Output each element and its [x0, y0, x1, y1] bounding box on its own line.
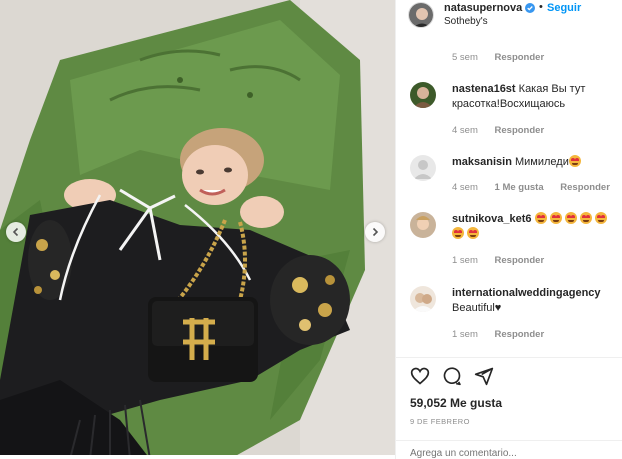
verified-badge-icon	[525, 3, 535, 13]
reply-button[interactable]: Responder	[495, 329, 545, 340]
actions-divider	[396, 357, 622, 358]
comment-input[interactable]	[410, 448, 600, 459]
comment-time[interactable]: 1 sem	[452, 329, 478, 340]
comment-body: nastena16st Какая Вы тут красотка!Восхищ…	[452, 82, 620, 112]
caption-time[interactable]: 5 sem	[452, 52, 478, 63]
comment-body: internationalweddingagency Beautiful♥	[452, 286, 620, 316]
comment-text: Мимиледи	[514, 156, 569, 168]
photo-illustration	[0, 0, 395, 459]
reply-button[interactable]: Responder	[495, 125, 545, 136]
reply-button[interactable]: Responder	[495, 52, 545, 63]
chevron-left-icon	[12, 227, 19, 237]
caption-meta: 5 sem Responder	[452, 52, 558, 63]
commenter-avatar[interactable]	[410, 82, 436, 108]
heart-eyes-emoji	[452, 227, 464, 239]
post-photo[interactable]	[0, 0, 395, 459]
comment-meta: 1 sem Responder	[452, 329, 558, 340]
comment-meta: 4 sem Responder	[452, 125, 558, 136]
heart-eyes-emoji	[467, 227, 479, 239]
heart-eyes-emoji	[579, 212, 592, 224]
previous-photo-button[interactable]	[6, 222, 26, 242]
comment-likes[interactable]: 1 Me gusta	[495, 182, 544, 193]
comment-time[interactable]: 4 sem	[452, 125, 478, 136]
post-header: natasupernova • Seguir Sotheby's	[396, 0, 622, 30]
heart-eyes-emoji	[594, 212, 607, 224]
header-separator: •	[539, 1, 543, 13]
share-icon[interactable]	[474, 366, 494, 386]
add-comment-bar	[396, 440, 622, 459]
heart-eyes-emoji	[534, 212, 547, 224]
author-username[interactable]: natasupernova	[444, 2, 522, 14]
commenter-avatar[interactable]	[410, 155, 436, 181]
comment-icon[interactable]	[442, 366, 462, 386]
comment-meta: 1 sem Responder	[452, 255, 558, 266]
post-location[interactable]: Sotheby's	[444, 16, 488, 27]
instagram-post: natasupernova • Seguir Sotheby's 5 sem R…	[0, 0, 622, 459]
chevron-right-icon	[372, 227, 379, 237]
comment-body: maksanisin Мимиледи	[452, 155, 620, 170]
reply-button[interactable]: Responder	[495, 255, 545, 266]
next-photo-button[interactable]	[365, 222, 385, 242]
commenter-username[interactable]: nastena16st	[452, 83, 516, 95]
comment-text: Beautiful♥	[452, 302, 502, 314]
commenter-username[interactable]: maksanisin	[452, 156, 512, 168]
comment-time[interactable]: 4 sem	[452, 182, 478, 193]
comment-time[interactable]: 1 sem	[452, 255, 478, 266]
author-avatar[interactable]	[408, 2, 434, 28]
heart-eyes-emoji	[549, 212, 562, 224]
commenter-username[interactable]: internationalweddingagency	[452, 286, 620, 301]
post-date[interactable]: 9 DE FEBRERO	[410, 417, 470, 426]
post-actions	[410, 366, 494, 390]
comment-body: sutnikova_ket6	[452, 212, 620, 242]
comment-meta: 4 sem 1 Me gusta Responder	[452, 182, 622, 193]
heart-icon[interactable]	[410, 366, 430, 386]
commenter-avatar[interactable]	[410, 286, 436, 312]
comments-panel: natasupernova • Seguir Sotheby's 5 sem R…	[395, 0, 622, 459]
reply-button[interactable]: Responder	[560, 182, 610, 193]
follow-button[interactable]: Seguir	[547, 2, 581, 14]
heart-eyes-emoji	[564, 212, 577, 224]
likes-count[interactable]: 59,052 Me gusta	[410, 396, 502, 410]
commenter-avatar[interactable]	[410, 212, 436, 238]
heart-eyes-emoji	[568, 155, 581, 167]
commenter-username[interactable]: sutnikova_ket6	[452, 213, 531, 225]
